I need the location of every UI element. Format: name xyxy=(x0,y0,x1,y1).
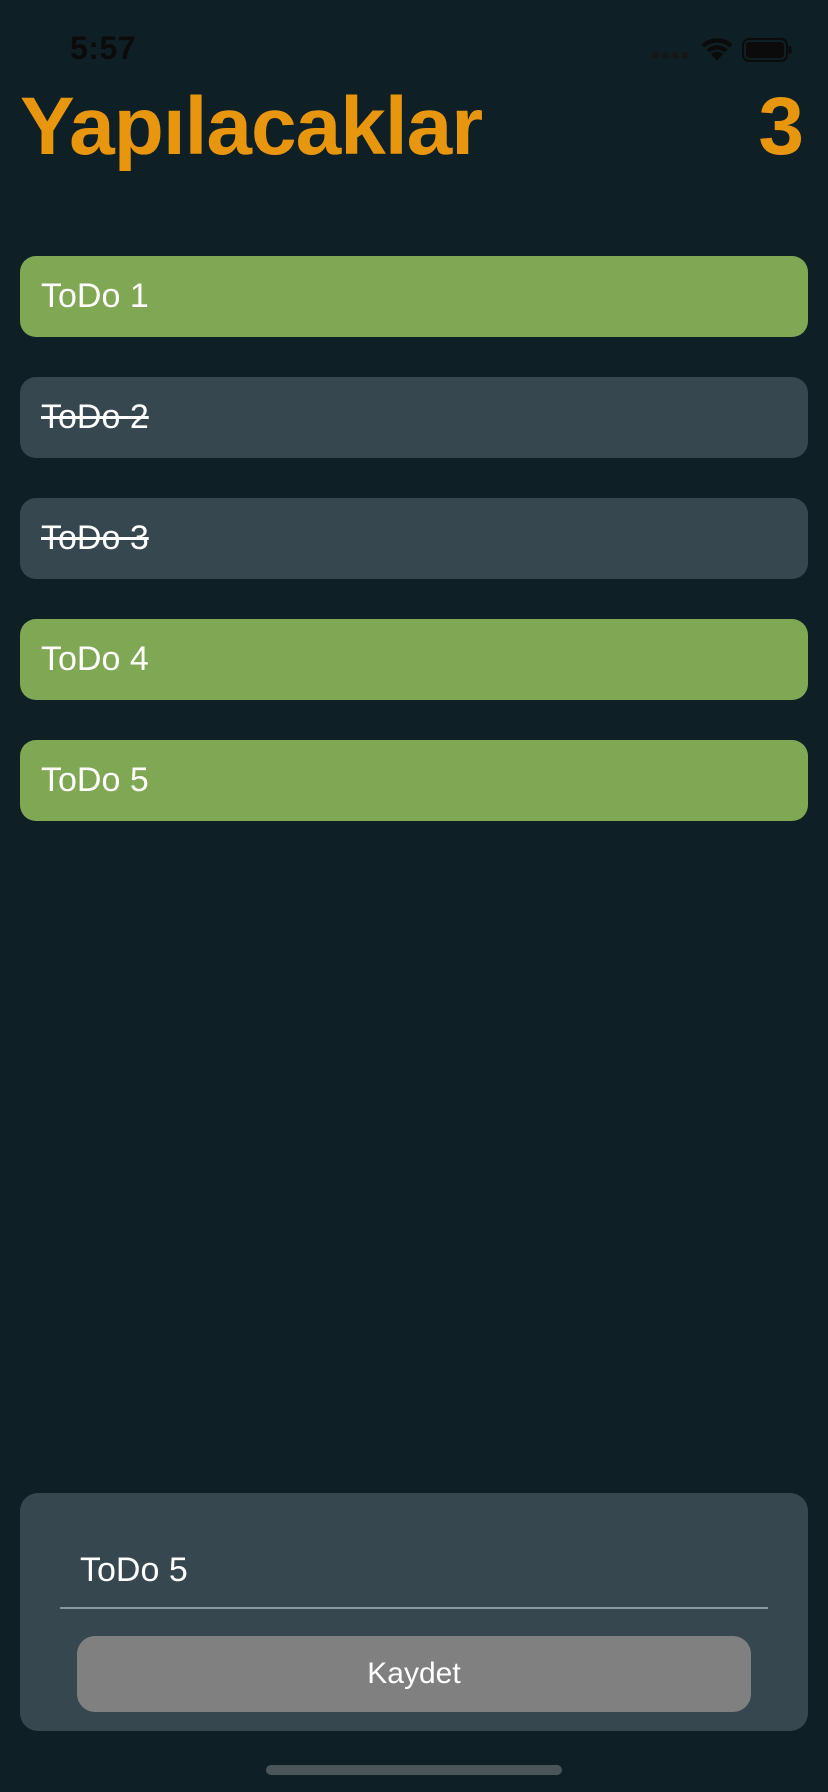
todo-item-label: ToDo 2 xyxy=(41,398,149,436)
signal-icon xyxy=(652,52,690,60)
todo-item[interactable]: ToDo 3 xyxy=(20,498,808,579)
todo-item-label: ToDo 1 xyxy=(41,277,149,315)
todo-item[interactable]: ToDo 1 xyxy=(20,256,808,337)
todo-list: ToDo 1 ToDo 2 ToDo 3 ToDo 4 ToDo 5 xyxy=(20,256,808,861)
todo-item-label: ToDo 3 xyxy=(41,519,149,557)
todo-item[interactable]: ToDo 4 xyxy=(20,619,808,700)
todo-item[interactable]: ToDo 2 xyxy=(20,377,808,458)
todo-input[interactable] xyxy=(60,1533,768,1609)
page-title: Yapılacaklar xyxy=(20,81,483,172)
battery-icon xyxy=(742,38,792,62)
home-indicator xyxy=(266,1765,562,1775)
todo-item[interactable]: ToDo 5 xyxy=(20,740,808,821)
save-button[interactable]: Kaydet xyxy=(77,1636,751,1712)
todo-item-label: ToDo 4 xyxy=(41,640,149,678)
status-time: 5:57 xyxy=(70,30,137,66)
todo-count: 3 xyxy=(758,81,804,172)
wifi-icon xyxy=(701,38,733,61)
app-screen: 5:57 Yapılacaklar 3 ToDo 1 ToDo 2 ToDo 3… xyxy=(0,0,828,1792)
todo-item-label: ToDo 5 xyxy=(41,761,149,799)
new-todo-panel: Kaydet xyxy=(20,1493,808,1731)
